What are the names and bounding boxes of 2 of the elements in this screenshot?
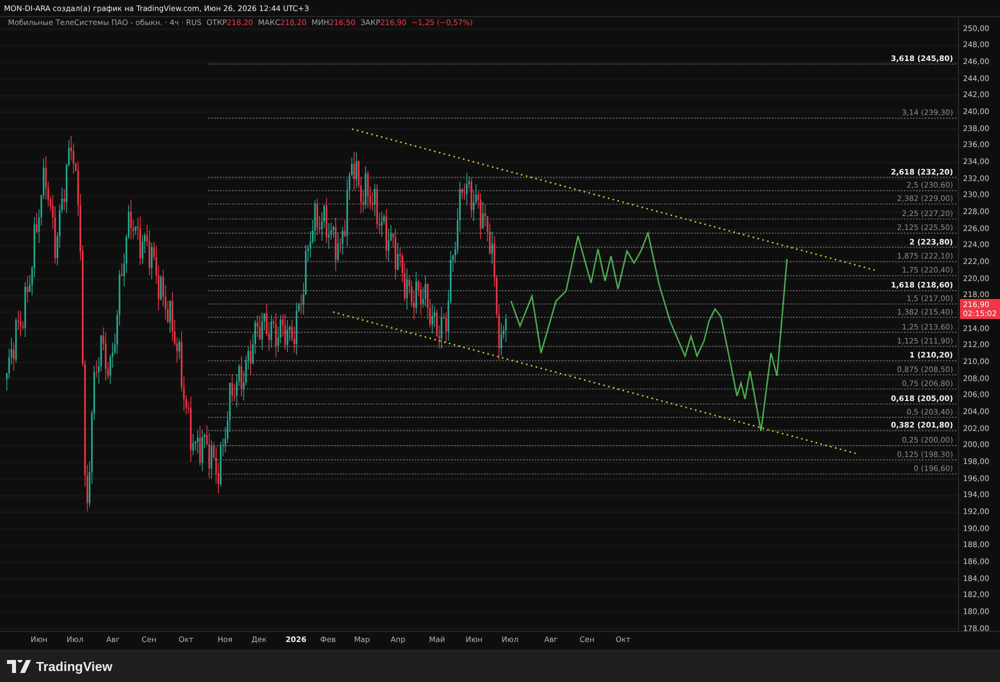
- brand-name: TradingView: [36, 659, 112, 674]
- tradingview-logo-icon: [7, 660, 31, 673]
